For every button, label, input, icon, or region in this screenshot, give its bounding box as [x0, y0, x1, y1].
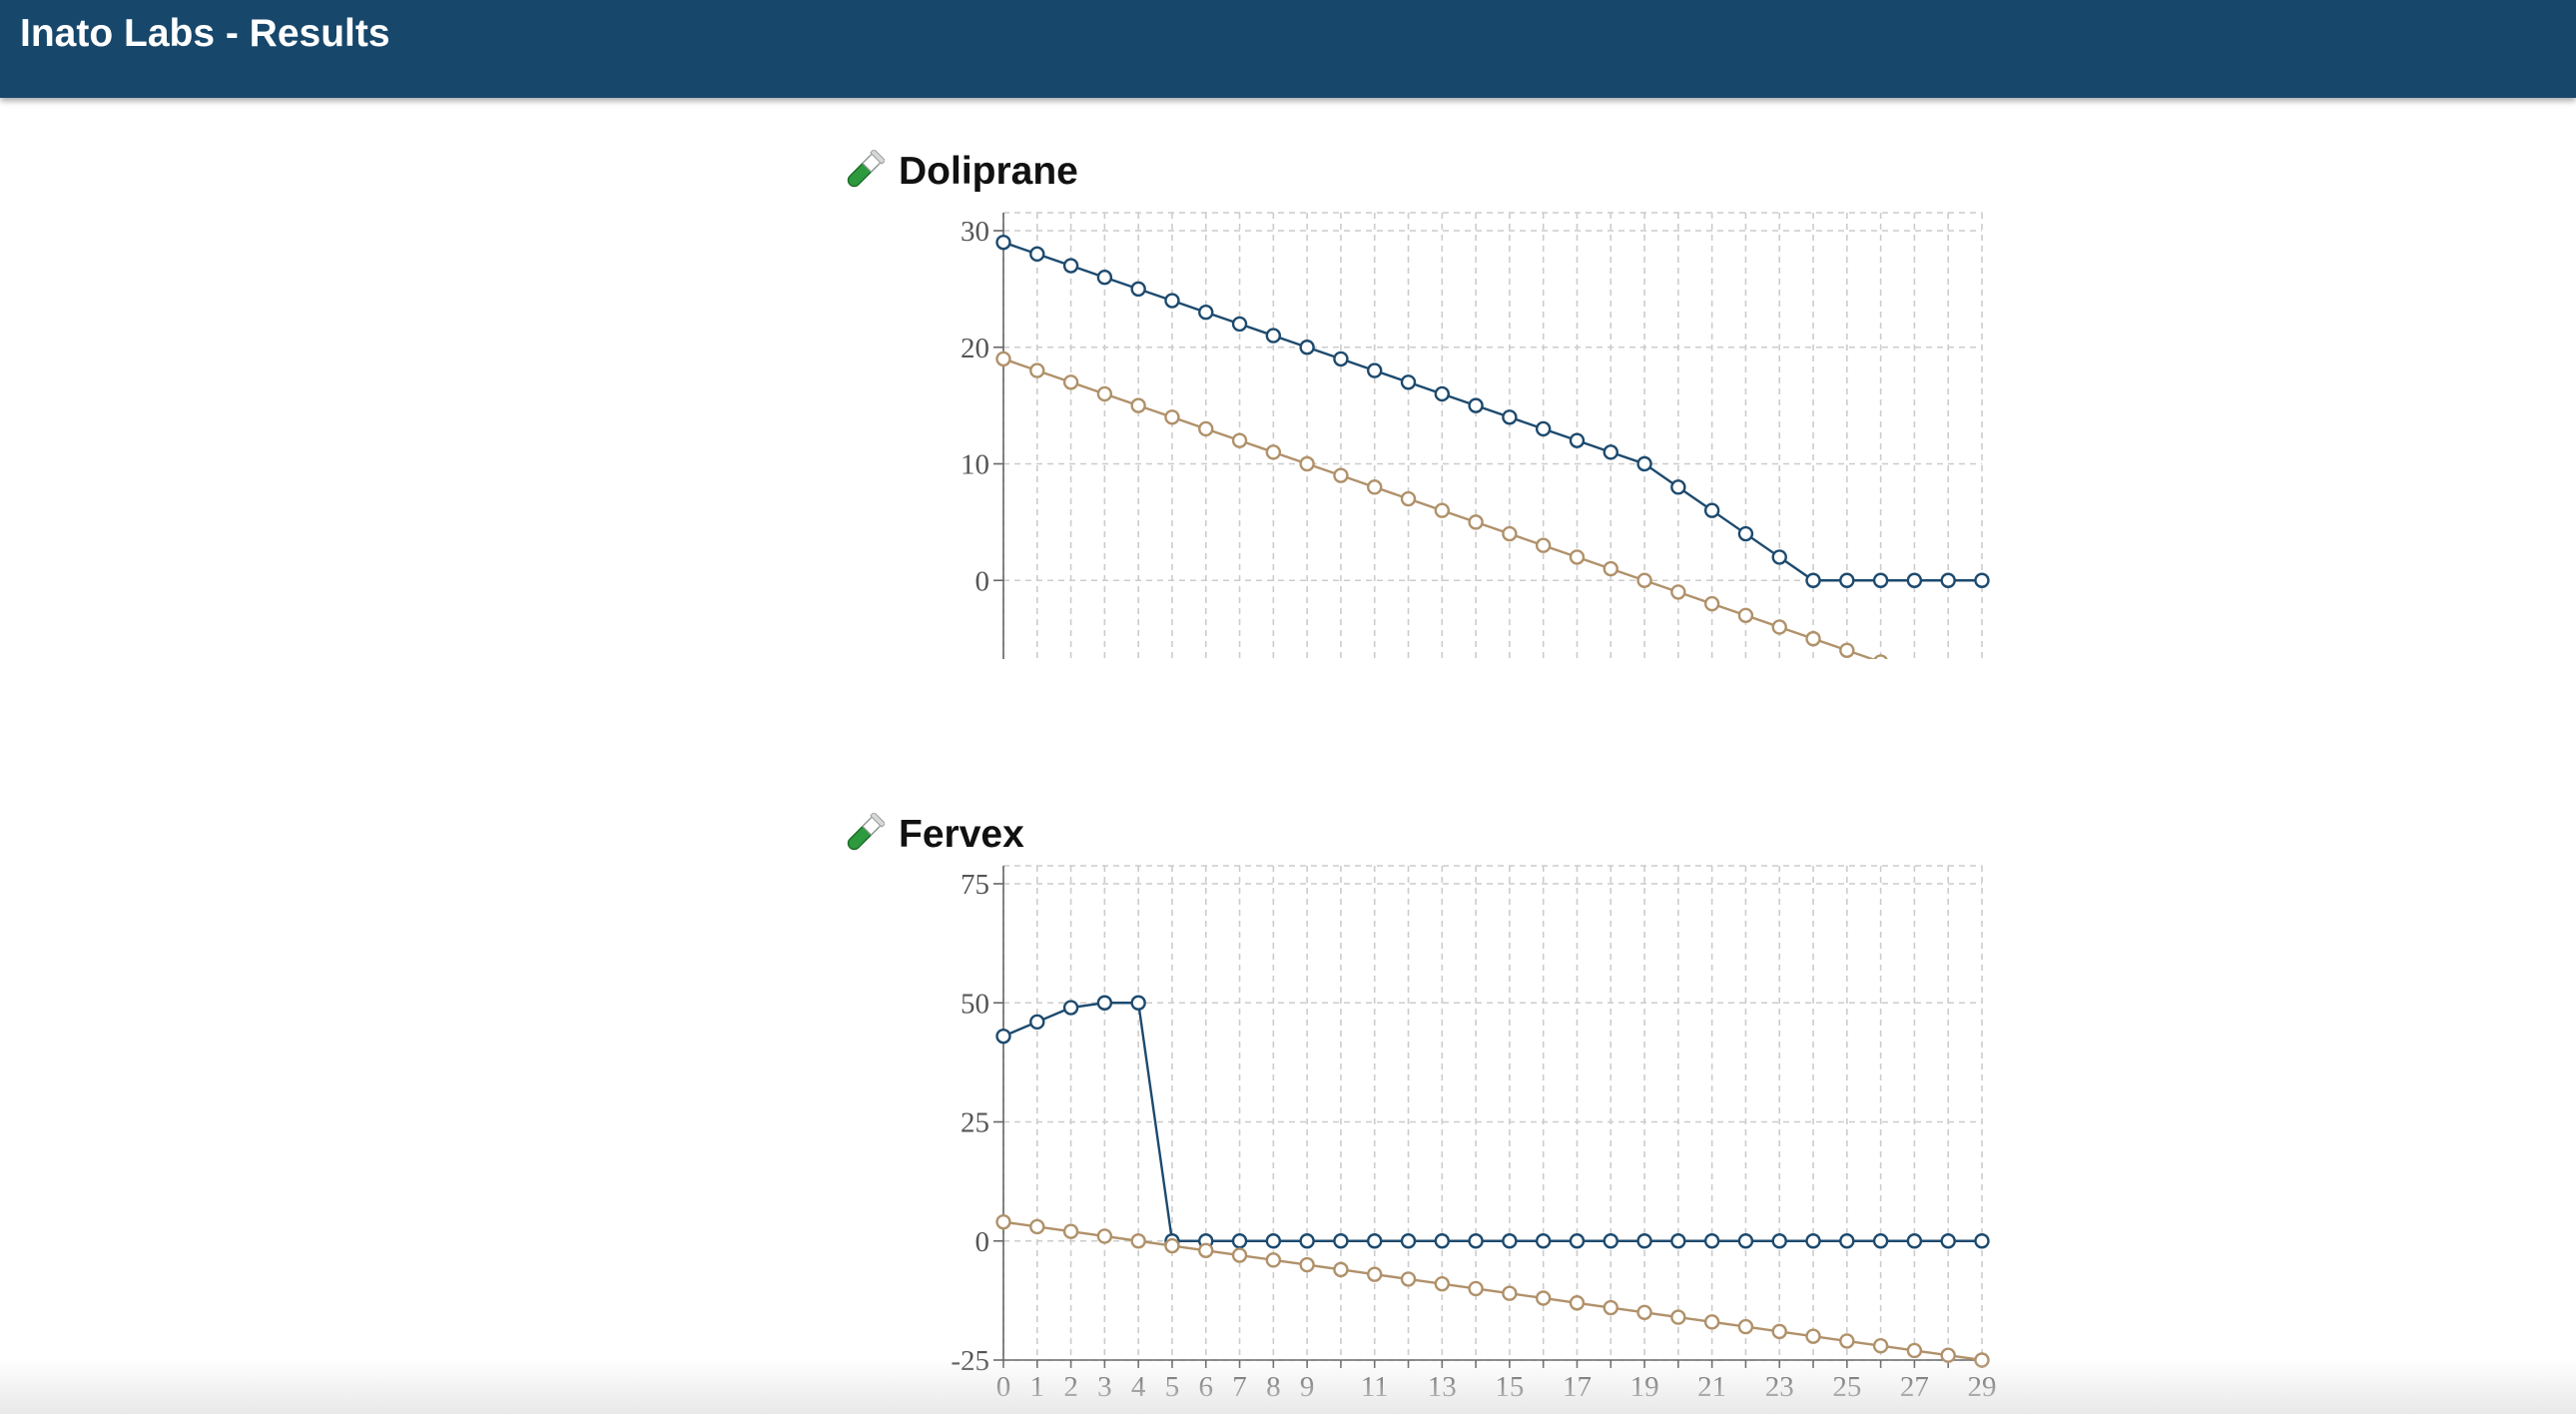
- x-tick-label: 5: [1165, 1371, 1180, 1403]
- data-point-benefit[interactable]: [1839, 1233, 1855, 1249]
- data-point-expiresIn[interactable]: [1670, 1309, 1686, 1325]
- data-point-benefit[interactable]: [1400, 1233, 1417, 1249]
- data-point-expiresIn[interactable]: [1333, 1261, 1349, 1278]
- data-point-expiresIn[interactable]: [1367, 1266, 1383, 1282]
- data-point-benefit[interactable]: [1299, 1233, 1315, 1249]
- data-point-benefit[interactable]: [1670, 1233, 1686, 1249]
- data-point-benefit[interactable]: [1231, 1233, 1248, 1249]
- x-tick-label: 8: [1266, 1371, 1281, 1403]
- data-point-expiresIn[interactable]: [995, 1213, 1011, 1230]
- x-tick-label: 4: [1131, 1371, 1146, 1403]
- data-point-benefit[interactable]: [1333, 1233, 1349, 1249]
- data-point-expiresIn[interactable]: [1636, 1304, 1652, 1321]
- data-point-benefit[interactable]: [1636, 1233, 1652, 1249]
- data-point-expiresIn[interactable]: [1872, 1337, 1889, 1354]
- data-point-expiresIn[interactable]: [1130, 1233, 1146, 1249]
- data-point-benefit[interactable]: [1502, 1233, 1518, 1249]
- data-point-benefit[interactable]: [1906, 1233, 1923, 1249]
- data-point-benefit[interactable]: [1367, 1233, 1383, 1249]
- data-point-benefit[interactable]: [1940, 1233, 1956, 1249]
- data-point-benefit[interactable]: [1029, 1014, 1045, 1031]
- x-tick-label: 21: [1697, 1371, 1726, 1403]
- data-point-benefit[interactable]: [1468, 1233, 1484, 1249]
- data-point-expiresIn[interactable]: [1737, 1318, 1754, 1335]
- data-point-benefit[interactable]: [1737, 1233, 1754, 1249]
- y-tick-label: 25: [961, 1107, 989, 1139]
- x-tick-label: 2: [1063, 1371, 1078, 1403]
- data-point-expiresIn[interactable]: [1198, 1242, 1214, 1258]
- data-point-expiresIn[interactable]: [1062, 1223, 1079, 1239]
- data-point-benefit[interactable]: [1569, 1233, 1586, 1249]
- data-point-expiresIn[interactable]: [1029, 1218, 1045, 1235]
- x-tick-label: 0: [996, 1371, 1011, 1403]
- x-tick-label: 27: [1900, 1371, 1929, 1403]
- x-tick-label: 19: [1630, 1371, 1659, 1403]
- data-point-expiresIn[interactable]: [1164, 1237, 1180, 1254]
- data-point-expiresIn[interactable]: [1839, 1333, 1855, 1349]
- data-point-expiresIn[interactable]: [1468, 1280, 1484, 1297]
- data-point-expiresIn[interactable]: [1535, 1290, 1552, 1306]
- x-tick-label: 3: [1097, 1371, 1112, 1403]
- data-point-expiresIn[interactable]: [1299, 1256, 1315, 1273]
- series-line-expiresIn: [1002, 1220, 1983, 1362]
- data-point-expiresIn[interactable]: [1096, 1228, 1113, 1244]
- x-tick-label: 25: [1832, 1371, 1861, 1403]
- data-point-expiresIn[interactable]: [1603, 1299, 1618, 1316]
- data-point-benefit[interactable]: [1771, 1233, 1787, 1249]
- axes: -2502550750 1 2 3 4 5 6 7 8 9 11 13 15 17 19 21 23 25 27 29: [951, 866, 1997, 1403]
- data-point-benefit[interactable]: [1130, 995, 1146, 1011]
- data-point-expiresIn[interactable]: [1906, 1342, 1923, 1359]
- y-tick-label: 50: [961, 988, 989, 1020]
- x-tick-label: 13: [1428, 1371, 1457, 1403]
- data-point-benefit[interactable]: [1096, 995, 1113, 1011]
- data-point-benefit[interactable]: [1434, 1233, 1451, 1249]
- y-tick-label: 0: [975, 1226, 990, 1258]
- y-tick-label: 75: [961, 869, 989, 901]
- x-tick-label: 23: [1765, 1371, 1794, 1403]
- data-point-benefit[interactable]: [1805, 1233, 1821, 1249]
- x-tick-label: 6: [1199, 1371, 1214, 1403]
- data-point-benefit[interactable]: [1265, 1233, 1282, 1249]
- data-point-benefit[interactable]: [1872, 1233, 1889, 1249]
- data-point-benefit[interactable]: [995, 1028, 1011, 1045]
- data-point-expiresIn[interactable]: [1569, 1295, 1586, 1311]
- data-point-expiresIn[interactable]: [1265, 1252, 1282, 1268]
- data-point-expiresIn[interactable]: [1940, 1347, 1956, 1363]
- y-tick-label: -25: [951, 1345, 989, 1377]
- data-point-expiresIn[interactable]: [1974, 1352, 1990, 1368]
- x-tick-label: 17: [1563, 1371, 1592, 1403]
- data-point-expiresIn[interactable]: [1805, 1328, 1821, 1344]
- data-point-expiresIn[interactable]: [1434, 1275, 1451, 1292]
- data-point-expiresIn[interactable]: [1231, 1247, 1248, 1263]
- data-point-benefit[interactable]: [1535, 1233, 1552, 1249]
- x-tick-label: 15: [1495, 1371, 1524, 1403]
- x-tick-label: 11: [1361, 1371, 1389, 1403]
- grid: [1002, 865, 1983, 1361]
- x-tick-label: 29: [1968, 1371, 1997, 1403]
- data-point-benefit[interactable]: [1703, 1233, 1720, 1249]
- chart-fervex: -2502550750 1 2 3 4 5 6 7 8 9 11 13 15 17 19 21 23 25 27 29: [951, 865, 1997, 1403]
- x-tick-label: 9: [1300, 1371, 1315, 1403]
- data-point-expiresIn[interactable]: [1703, 1314, 1720, 1330]
- data-point-expiresIn[interactable]: [1400, 1271, 1417, 1287]
- x-tick-label: 7: [1232, 1371, 1247, 1403]
- x-tick-label: 1: [1030, 1371, 1045, 1403]
- data-point-benefit[interactable]: [1603, 1233, 1618, 1249]
- data-point-benefit[interactable]: [1062, 1000, 1079, 1016]
- data-point-expiresIn[interactable]: [1771, 1323, 1787, 1340]
- data-point-expiresIn[interactable]: [1502, 1285, 1518, 1301]
- series-expiresIn: [995, 1213, 1990, 1368]
- data-point-benefit[interactable]: [1974, 1233, 1990, 1249]
